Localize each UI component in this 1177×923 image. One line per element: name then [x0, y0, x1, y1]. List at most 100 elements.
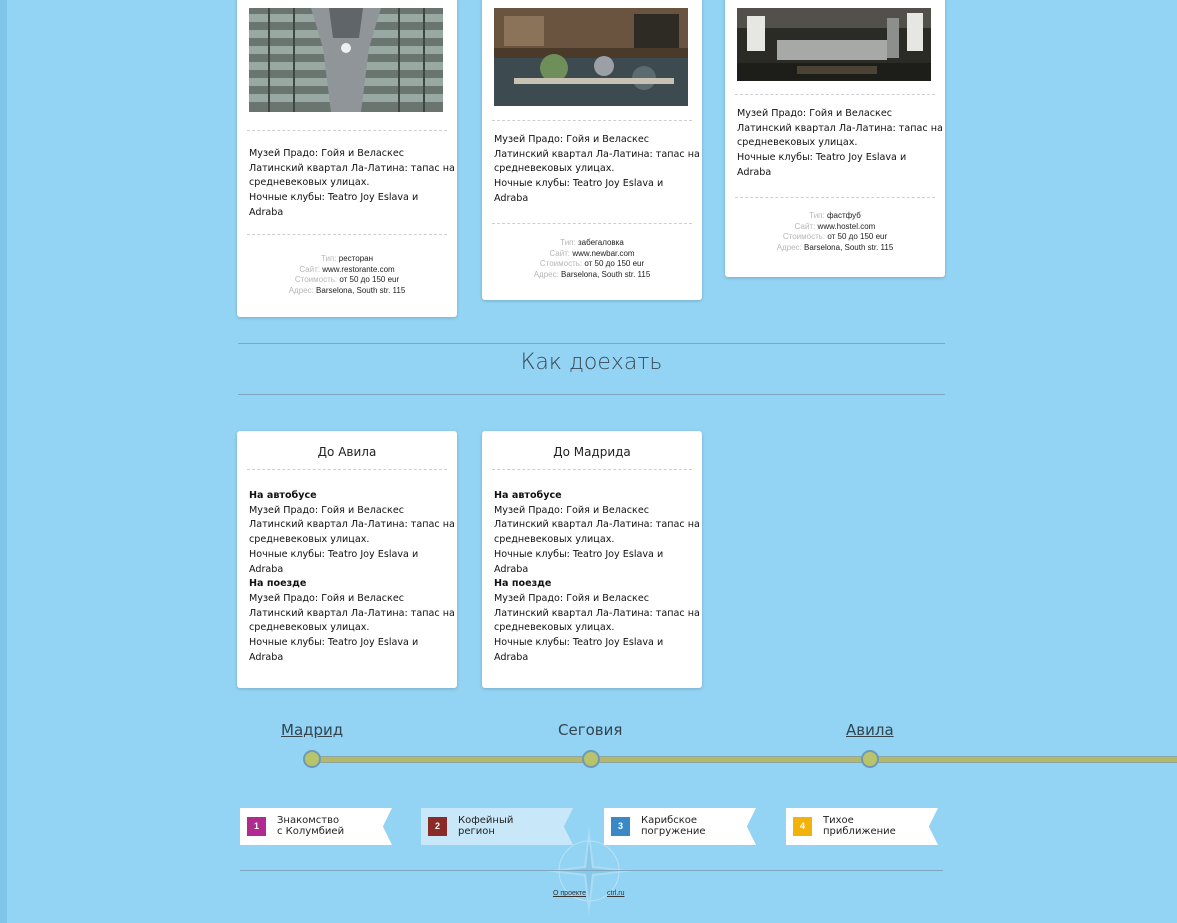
bus-heading: На автобусе: [494, 490, 562, 501]
desc-line: Музей Прадо: Гойя и Веласкес: [494, 134, 650, 145]
meta-price: от 50 до 150 eur: [584, 259, 645, 269]
route-line: Adraba: [249, 563, 284, 575]
meta-type: ресторан: [338, 254, 374, 263]
route-line: Ночные клубы: Teatro Joy Eslava и: [249, 548, 419, 560]
bus-heading: На автобусе: [249, 490, 317, 501]
route-line: Ночные клубы: Teatro Joy Eslava и: [494, 637, 664, 649]
place-meta: Тип: ресторан Сайт: www.restorante.com С…: [237, 254, 457, 296]
route-line: Ночные клубы: Teatro Joy Eslava и: [249, 637, 419, 649]
divider: [492, 469, 692, 470]
divider: [247, 130, 447, 131]
desc-line: Музей Прадо: Гойя и Веласкес: [249, 148, 405, 159]
divider: [735, 94, 935, 95]
meta-site: www.newbar.com: [572, 248, 635, 258]
meta-key: Тип:: [320, 254, 337, 263]
meta-key: Тип:: [809, 211, 825, 220]
meta-key: Сайт:: [794, 221, 816, 231]
city-link-madrid[interactable]: Мадрид: [281, 721, 343, 739]
train-heading: На поезде: [494, 578, 552, 590]
route-line: Латинский квартал Ла-Латина: тапас на: [494, 519, 700, 531]
divider: [492, 223, 692, 224]
city-link-avila[interactable]: Авила: [846, 721, 894, 739]
desc-line: Adraba: [737, 166, 772, 178]
route-title: До Мадрида: [553, 445, 631, 459]
meta-type: фастфуб: [826, 211, 861, 220]
page-edge: [0, 0, 7, 923]
meta-type: забегаловка: [577, 238, 624, 247]
footer-about-link[interactable]: О проекте: [553, 890, 586, 897]
route-card: До Авила На автобусе Музей Прадо: Гойя и…: [237, 431, 457, 688]
desc-line: Латинский квартал Ла-Латина: тапас на: [249, 162, 455, 174]
route-line: Латинский квартал Ла-Латина: тапас на: [249, 519, 455, 531]
place-description: Музей Прадо: Гойя и Веласкес Латинский к…: [249, 147, 455, 221]
footer-credit-link[interactable]: ctrl.ru: [607, 890, 625, 897]
meta-address: Barselona, South str. 115: [561, 269, 651, 279]
timeline-node-segovia[interactable]: [582, 750, 600, 768]
place-description: Музей Прадо: Гойя и Веласкес Латинский к…: [737, 107, 943, 181]
desc-line: Adraba: [494, 192, 529, 204]
place-card: Музей Прадо: Гойя и Веласкес Латинский к…: [482, 0, 702, 300]
route-card: До Мадрида На автобусе Музей Прадо: Гойя…: [482, 431, 702, 688]
place-photo: [249, 8, 443, 112]
tab-coffee-region[interactable]: 2 Кофейный регион: [421, 808, 573, 845]
divider: [247, 469, 447, 470]
route-line: Музей Прадо: Гойя и Веласкес: [494, 504, 650, 516]
place-meta: Тип: фастфуб Сайт: www.hostel.com Стоимо…: [725, 211, 945, 253]
meta-key: Сайт:: [549, 248, 571, 258]
timeline-node-avila[interactable]: [861, 750, 879, 768]
tab-caribbean-immersion[interactable]: 3 Карибское погружение: [604, 808, 756, 845]
route-line: Adraba: [249, 651, 284, 663]
route-line: Музей Прадо: Гойя и Веласкес: [249, 504, 405, 516]
desc-line: Ночные клубы: Teatro Joy Eslava и: [249, 192, 419, 204]
timeline-track: [310, 756, 1177, 763]
route-line: Adraba: [494, 651, 529, 663]
route-body: На автобусе Музей Прадо: Гойя и Веласкес…: [249, 489, 455, 665]
section-rule-bottom: [238, 394, 945, 395]
place-card: Музей Прадо: Гойя и Веласкес Латинский к…: [237, 0, 457, 317]
route-title: До Авила: [317, 445, 377, 459]
route-line: Музей Прадо: Гойя и Веласкес: [494, 592, 650, 604]
tab-label: Карибское погружение: [641, 815, 706, 837]
route-body: На автобусе Музей Прадо: Гойя и Веласкес…: [494, 489, 700, 665]
meta-key: Адрес:: [288, 285, 314, 295]
section-title: Как доехать: [520, 350, 663, 375]
tab-number: 2: [428, 817, 447, 836]
footer-rule: [240, 870, 943, 871]
meta-key: Стоимость:: [782, 232, 826, 242]
place-description: Музей Прадо: Гойя и Веласкес Латинский к…: [494, 133, 700, 207]
divider: [492, 120, 692, 121]
route-line: Ночные клубы: Teatro Joy Eslava и: [494, 548, 664, 560]
meta-key: Адрес:: [533, 269, 559, 279]
meta-key: Стоимость:: [294, 275, 338, 285]
route-line: средневековых улицах.: [249, 622, 370, 634]
tab-colombia-intro[interactable]: 1 Знакомство с Колумбией: [240, 808, 392, 845]
meta-price: от 50 до 150 eur: [339, 275, 400, 285]
route-line: средневековых улицах.: [494, 622, 615, 634]
tab-number: 3: [611, 817, 630, 836]
divider: [735, 197, 935, 198]
city-label-segovia: Сеговия: [558, 721, 623, 739]
meta-site: www.restorante.com: [322, 264, 395, 274]
meta-key: Сайт:: [299, 264, 320, 274]
desc-line: средневековых улицах.: [494, 163, 615, 175]
place-photo: [494, 8, 688, 106]
route-line: средневековых улицах.: [249, 534, 370, 546]
desc-line: Ночные клубы: Teatro Joy Eslava и: [494, 178, 664, 190]
route-line: средневековых улицах.: [494, 534, 615, 546]
desc-line: Музей Прадо: Гойя и Веласкес: [737, 108, 893, 119]
meta-site: www.hostel.com: [817, 221, 876, 231]
desc-line: Ночные клубы: Teatro Joy Eslava и: [737, 152, 907, 164]
tab-pacific-approach[interactable]: 4 Тихое приближение: [786, 808, 938, 845]
desc-line: Латинский квартал Ла-Латина: тапас на: [494, 148, 700, 160]
tab-number: 4: [793, 817, 812, 836]
route-line: Латинский квартал Ла-Латина: тапас на: [494, 607, 700, 619]
meta-key: Адрес:: [776, 242, 802, 252]
place-photo: [737, 8, 931, 81]
desc-line: средневековых улицах.: [249, 177, 370, 189]
tab-label: Знакомство с Колумбией: [277, 815, 345, 837]
route-line: Латинский квартал Ла-Латина: тапас на: [249, 607, 455, 619]
desc-line: средневековых улицах.: [737, 137, 858, 149]
place-meta: Тип: забегаловка Сайт: www.newbar.com Ст…: [482, 238, 702, 280]
divider: [247, 234, 447, 235]
timeline-node-madrid[interactable]: [303, 750, 321, 768]
